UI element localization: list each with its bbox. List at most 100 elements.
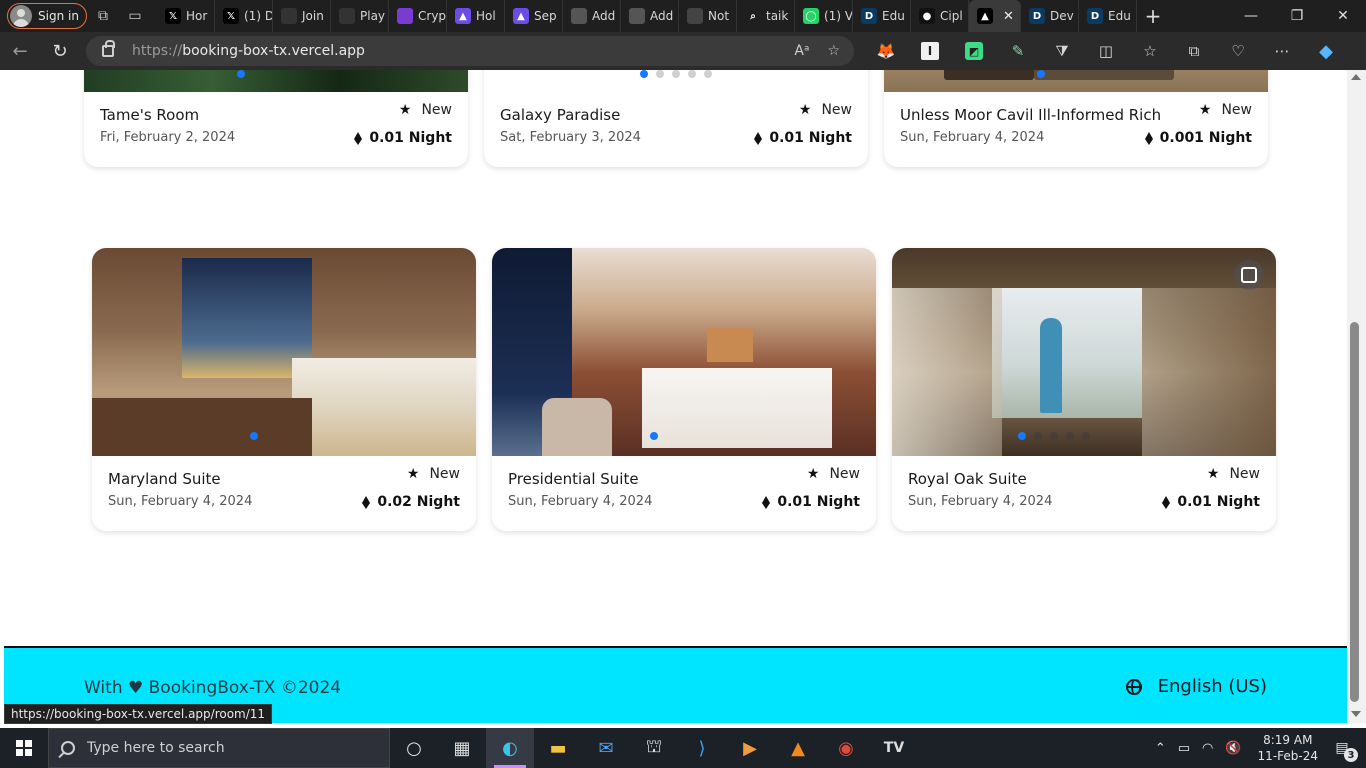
listing-photo[interactable] — [484, 70, 868, 92]
star-icon: ★ — [806, 466, 820, 482]
browser-tab[interactable]: Play — [331, 0, 389, 32]
language-selector[interactable]: English (US) — [1125, 676, 1267, 697]
listing-photo[interactable] — [892, 248, 1276, 456]
favorite-star-icon[interactable]: ☆ — [827, 43, 840, 59]
listing-card[interactable]: Galaxy Paradise ★ New Sat, February 3, 20… — [484, 70, 868, 167]
task-view-icon[interactable]: ▦ — [438, 728, 486, 768]
visual-search-icon[interactable] — [1234, 260, 1264, 290]
tab-list: 𝕏 Hor 𝕏 (1) D Join Play Cryp ▲ Hol ▲ Sep Add Add Not ⌕… — [157, 0, 1137, 32]
browser-tab[interactable]: ◯ (1) V — [795, 0, 853, 32]
browser-tab[interactable]: 𝕏 (1) D — [215, 0, 273, 32]
listing-photo[interactable] — [884, 70, 1268, 92]
price-label: 0.01 Night — [777, 494, 860, 510]
more-menu-icon[interactable]: ⋯ — [1260, 32, 1304, 70]
tab-label: Not — [708, 9, 730, 23]
cortana-icon[interactable]: ○ — [390, 728, 438, 768]
github-icon: ● — [919, 8, 935, 24]
profile-sign-in-button[interactable]: Sign in — [7, 3, 87, 29]
clock[interactable]: 8:19 AM 11-Feb-24 — [1248, 732, 1328, 764]
page-scrollbar[interactable] — [1347, 70, 1366, 723]
start-button[interactable] — [0, 728, 48, 768]
wifi-icon[interactable]: ◠ — [1196, 741, 1219, 756]
new-tab-button[interactable]: + — [1137, 4, 1169, 28]
ethereum-icon — [754, 132, 763, 145]
browser-tab[interactable]: Join — [273, 0, 331, 32]
listing-price: 0.01 Night — [762, 494, 860, 510]
new-badge: ★ New — [1207, 466, 1260, 482]
system-tray: ⌃ ▭ ◠ 🔇 8:19 AM 11-Feb-24 ▤ 3 — [1149, 728, 1366, 768]
browser-tab[interactable]: ⌕ taik — [737, 0, 795, 32]
listing-card[interactable]: Royal Oak Suite ★ New Sun, February 4, 20… — [892, 248, 1276, 531]
back-icon[interactable]: ← — [0, 32, 40, 70]
listing-photo[interactable] — [492, 248, 876, 456]
mail-icon[interactable]: ✉ — [582, 728, 630, 768]
close-tab-icon[interactable]: ✕ — [1003, 9, 1014, 24]
listing-card[interactable]: Tame's Room ★ New Fri, February 2, 2024 0… — [84, 70, 468, 167]
browser-essentials-icon[interactable]: ♡ — [1216, 32, 1260, 70]
edge-icon[interactable]: ◐ — [486, 728, 534, 768]
address-bar[interactable]: https:// booking-box-tx.vercel.app A͏ᵃ ☆ — [86, 36, 854, 66]
close-window-icon[interactable]: ✕ — [1320, 0, 1366, 32]
notification-center-icon[interactable]: ▤ 3 — [1328, 738, 1358, 762]
tradingview-icon[interactable]: TV — [870, 728, 918, 768]
extension-feather-icon[interactable]: ✎ — [996, 32, 1040, 70]
listing-photo[interactable] — [84, 70, 468, 92]
restore-icon[interactable]: ❐ — [1274, 0, 1320, 32]
vscode-icon[interactable]: ⟩ — [678, 728, 726, 768]
browser-tab[interactable]: ● Cipl — [911, 0, 969, 32]
scrollbar-thumb[interactable] — [1350, 322, 1359, 702]
file-explorer-icon[interactable]: ▬ — [534, 728, 582, 768]
browser-tab[interactable]: ▲ Sep — [505, 0, 563, 32]
clock-date: 11-Feb-24 — [1257, 749, 1318, 763]
copilot-icon[interactable]: ◆ — [1304, 32, 1348, 70]
listing-card[interactable]: Maryland Suite ★ New Sun, February 4, 202… — [92, 248, 476, 531]
new-badge: ★ New — [799, 102, 852, 118]
listing-name: Galaxy Paradise — [500, 106, 621, 124]
listing-name: Royal Oak Suite — [908, 470, 1027, 488]
browser-tab[interactable]: Not — [679, 0, 737, 32]
workspaces-icon[interactable]: ⧉ — [87, 0, 119, 32]
volume-muted-icon[interactable]: 🔇 — [1219, 741, 1247, 756]
browser-tab[interactable]: D Edu — [853, 0, 911, 32]
instapaper-icon[interactable]: I — [921, 42, 939, 60]
tab-actions-icon[interactable]: ▭ — [119, 0, 151, 32]
media-player-icon[interactable]: ▶ — [726, 728, 774, 768]
collections-icon[interactable]: ⧉ — [1172, 32, 1216, 70]
browser-tab[interactable]: ▲ Hol — [447, 0, 505, 32]
notification-count: 3 — [1344, 748, 1358, 762]
listing-photo[interactable] — [92, 248, 476, 456]
metamask-icon[interactable]: 🦊 — [864, 32, 908, 70]
favorites-icon[interactable]: ☆ — [1128, 32, 1172, 70]
scroll-up-icon[interactable] — [1351, 74, 1361, 80]
extension-green-icon[interactable]: ◩ — [965, 42, 983, 60]
extensions-puzzle-icon[interactable]: ⧩ — [1040, 32, 1084, 70]
minimize-icon[interactable]: — — [1228, 0, 1274, 32]
carousel-dots — [884, 70, 1268, 78]
browser-tab[interactable]: 𝕏 Hor — [157, 0, 215, 32]
scroll-down-icon[interactable] — [1351, 711, 1361, 717]
listing-card[interactable]: Presidential Suite ★ New Sun, February 4,… — [492, 248, 876, 531]
browser-tab[interactable]: Add — [563, 0, 621, 32]
clock-time: 8:19 AM — [1263, 733, 1313, 747]
browser-tab[interactable]: D Dev — [1021, 0, 1079, 32]
browser-tab[interactable]: D Edu — [1079, 0, 1137, 32]
listing-date: Sun, February 4, 2024 — [108, 494, 253, 509]
refresh-icon[interactable]: ↻ — [40, 32, 80, 70]
star-icon: ★ — [398, 102, 412, 118]
read-aloud-icon[interactable]: A͏ᵃ — [794, 43, 809, 59]
battery-icon[interactable]: ▭ — [1172, 741, 1196, 756]
browser-tab[interactable]: Cryp — [389, 0, 447, 32]
split-screen-icon[interactable]: ◫ — [1084, 32, 1128, 70]
store-icon[interactable]: ⛫ — [630, 728, 678, 768]
tray-chevron-icon[interactable]: ⌃ — [1149, 741, 1172, 756]
browser-tab[interactable]: ▲ ✕ — [969, 0, 1021, 32]
browser-tab[interactable]: Add — [621, 0, 679, 32]
badge-label: New — [429, 466, 460, 482]
price-label: 0.01 Night — [369, 130, 452, 146]
taskbar-search[interactable]: Type here to search — [48, 728, 390, 768]
listing-price: 0.01 Night — [354, 130, 452, 146]
chrome-icon[interactable]: ◉ — [822, 728, 870, 768]
vlc-icon[interactable]: ▲ — [774, 728, 822, 768]
lock-icon[interactable] — [102, 40, 115, 57]
listing-card[interactable]: Unless Moor Cavil Ill-Informed Rich ★ New… — [884, 70, 1268, 167]
